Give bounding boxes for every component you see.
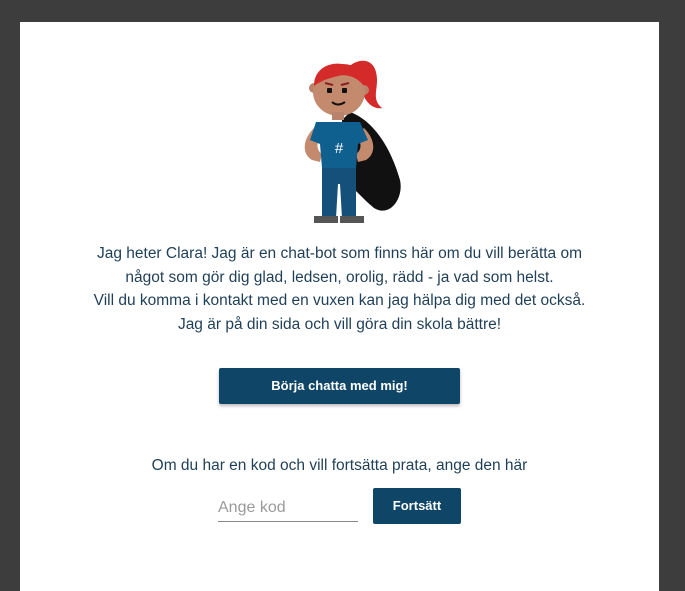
intro-line: Jag är på din sida och vill göra din sko… <box>177 315 502 333</box>
shirt-symbol: # <box>335 140 344 157</box>
welcome-card: # Jag heter Clara! Jag är en chat-bot so… <box>20 22 659 591</box>
code-input[interactable] <box>218 495 358 522</box>
intro-line: Vill du komma i kontakt med en vuxen kan… <box>93 292 586 309</box>
intro-line: något som gör dig glad, ledsen, orolig, … <box>125 268 554 286</box>
continue-button[interactable]: Fortsätt <box>373 488 461 524</box>
resume-code-prompt: Om du har en kod och vill fortsätta prat… <box>151 457 528 474</box>
start-chat-button[interactable]: Börja chatta med mig! <box>219 368 460 404</box>
clara-mascot-icon: # <box>304 60 401 223</box>
intro-line: Jag heter Clara! Jag är en chat-bot som … <box>96 245 583 262</box>
intro-text: Jag heter Clara! Jag är en chat-bot som … <box>20 242 659 336</box>
